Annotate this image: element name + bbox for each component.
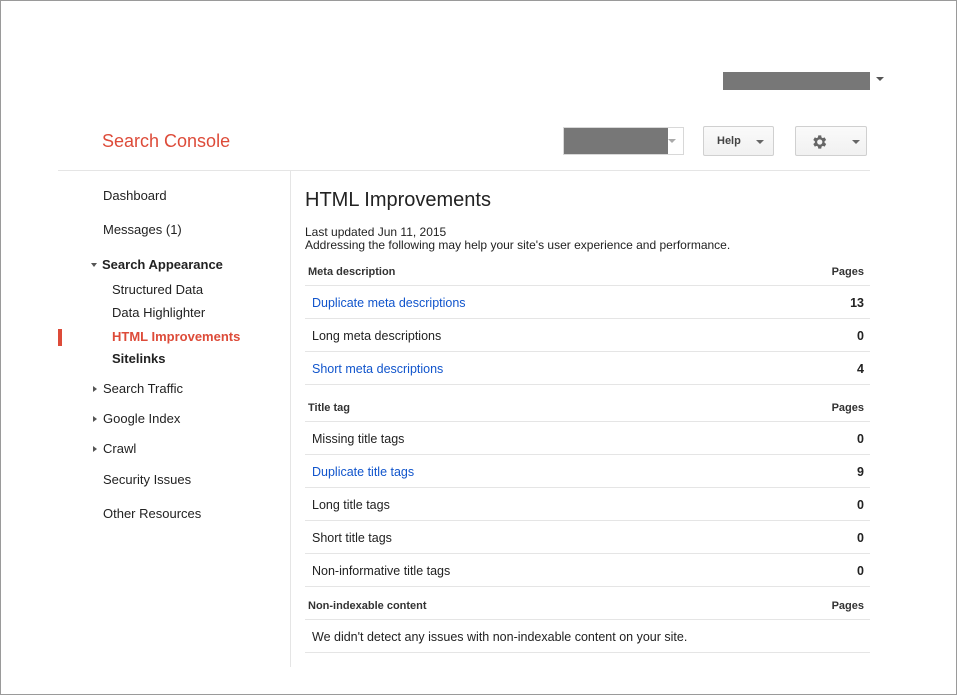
section-meta-description: Meta description Pages Duplicate meta de… [305, 257, 870, 385]
chevron-down-icon [668, 139, 676, 143]
sidebar-divider [290, 171, 291, 667]
sidebar-item-label: HTML Improvements [112, 329, 241, 344]
pages-count: 0 [857, 498, 864, 512]
sidebar-item-label: Data Highlighter [112, 305, 206, 320]
sidebar-item-label: Structured Data [112, 282, 204, 297]
issue-link[interactable]: Duplicate meta descriptions [312, 296, 466, 310]
site-selector[interactable] [563, 127, 684, 155]
help-button-label: Help [717, 135, 741, 147]
table-row: We didn't detect any issues with non-ind… [305, 620, 870, 653]
sidebar-item-dashboard[interactable]: Dashboard [103, 188, 167, 203]
table-row: Long meta descriptions 0 [305, 319, 870, 352]
section-heading: Non-indexable content [308, 600, 427, 612]
table-row[interactable]: Duplicate title tags 9 [305, 455, 870, 488]
sidebar-item-label: Sitelinks [112, 351, 166, 366]
table-row: Missing title tags 0 [305, 422, 870, 455]
chevron-down-icon [852, 140, 860, 144]
no-issues-message: We didn't detect any issues with non-ind… [312, 630, 688, 644]
pages-count: 9 [857, 465, 864, 479]
chevron-down-icon [756, 140, 764, 144]
sidebar-item-sitelinks[interactable]: Sitelinks [112, 351, 165, 366]
sidebar-item-html-improvements[interactable]: HTML Improvements [112, 329, 240, 344]
table-row[interactable]: Short meta descriptions 4 [305, 352, 870, 385]
issue-label: Long title tags [312, 498, 390, 512]
issue-label: Non-informative title tags [312, 564, 451, 578]
pages-count: 0 [857, 432, 864, 446]
table-row: Long title tags 0 [305, 488, 870, 521]
pages-column-header: Pages [831, 402, 864, 414]
header-divider [58, 170, 870, 171]
pages-count: 13 [850, 296, 864, 310]
sidebar-item-data-highlighter[interactable]: Data Highlighter [112, 305, 205, 320]
last-updated: Last updated Jun 11, 2015 [305, 225, 447, 239]
pages-count: 4 [857, 362, 864, 376]
help-button[interactable]: Help [703, 126, 774, 156]
issue-label: Short title tags [312, 531, 392, 545]
table-row: Non-informative title tags 0 [305, 554, 870, 587]
pages-column-header: Pages [831, 266, 864, 278]
site-name-redacted [564, 128, 668, 154]
collapsed-triangle-icon [93, 416, 97, 422]
issue-link[interactable]: Duplicate title tags [312, 465, 414, 479]
sidebar-item-crawl[interactable]: Crawl [93, 441, 136, 456]
collapsed-triangle-icon [93, 386, 97, 392]
sidebar-item-label: Messages (1) [103, 222, 182, 237]
settings-button[interactable] [795, 126, 867, 156]
page-description: Addressing the following may help your s… [305, 238, 731, 252]
sidebar-item-label: Dashboard [103, 188, 167, 203]
issue-link[interactable]: Short meta descriptions [312, 362, 443, 376]
section-header: Title tag Pages [305, 393, 870, 422]
account-dropdown-icon[interactable] [876, 77, 884, 81]
pages-column-header: Pages [831, 600, 864, 612]
gear-icon [813, 135, 827, 149]
active-indicator [58, 329, 62, 346]
sidebar-item-google-index[interactable]: Google Index [93, 411, 180, 426]
sidebar-item-security-issues[interactable]: Security Issues [103, 472, 191, 487]
sidebar-item-search-appearance[interactable]: Search Appearance [91, 257, 223, 272]
table-row: Short title tags 0 [305, 521, 870, 554]
section-heading: Title tag [308, 402, 350, 414]
table-row[interactable]: Duplicate meta descriptions 13 [305, 286, 870, 319]
section-non-indexable: Non-indexable content Pages We didn't de… [305, 591, 870, 653]
account-name-redacted[interactable] [723, 72, 870, 90]
section-header: Non-indexable content Pages [305, 591, 870, 620]
sidebar-item-label: Crawl [103, 441, 137, 456]
issue-label: Missing title tags [312, 432, 405, 446]
issue-label: Long meta descriptions [312, 329, 442, 343]
sidebar-item-structured-data[interactable]: Structured Data [112, 282, 203, 297]
sidebar-item-messages[interactable]: Messages (1) [103, 222, 182, 237]
pages-count: 0 [857, 531, 864, 545]
section-heading: Meta description [308, 266, 396, 278]
sidebar-item-label: Other Resources [103, 506, 202, 521]
sidebar-item-label: Security Issues [103, 472, 192, 487]
collapsed-triangle-icon [93, 446, 97, 452]
sidebar-item-other-resources[interactable]: Other Resources [103, 506, 201, 521]
sidebar-item-search-traffic[interactable]: Search Traffic [93, 381, 183, 396]
sidebar-item-label: Search Appearance [102, 257, 223, 272]
sidebar-item-label: Search Traffic [103, 381, 183, 396]
expanded-triangle-icon [91, 263, 97, 267]
page-title: HTML Improvements [305, 189, 491, 211]
pages-count: 0 [857, 564, 864, 578]
section-header: Meta description Pages [305, 257, 870, 286]
section-title-tag: Title tag Pages Missing title tags 0 Dup… [305, 393, 870, 587]
app-title[interactable]: Search Console [102, 131, 230, 152]
sidebar-item-label: Google Index [103, 411, 181, 426]
pages-count: 0 [857, 329, 864, 343]
